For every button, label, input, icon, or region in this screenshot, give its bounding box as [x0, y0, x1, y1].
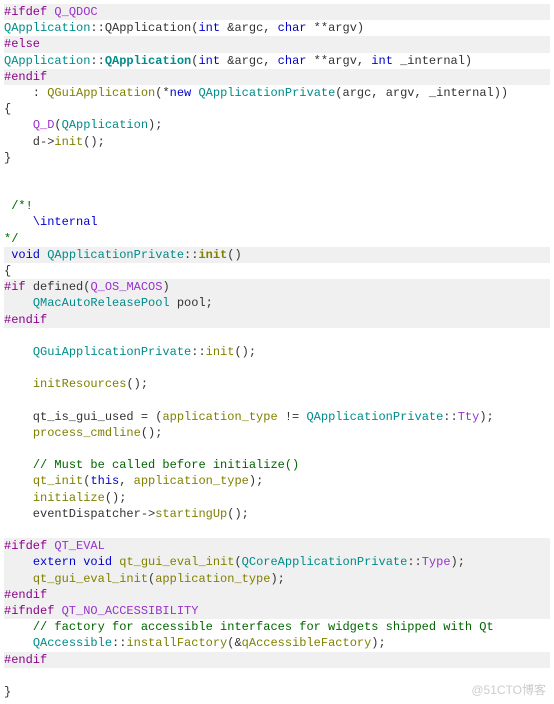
code-line: initialize(); [4, 490, 550, 506]
code-line: void QApplicationPrivate::init() [4, 247, 550, 263]
code-line: // factory for accessible interfaces for… [4, 619, 550, 635]
code-line: #endif [4, 587, 550, 603]
code-line: \internal [4, 214, 550, 230]
code-line [4, 668, 550, 684]
code-line: qt_init(this, application_type); [4, 473, 550, 489]
code-line [4, 360, 550, 376]
code-line: */ [4, 231, 550, 247]
code-line: /*! [4, 198, 550, 214]
code-line: QMacAutoReleasePool pool; [4, 295, 550, 311]
code-line [4, 441, 550, 457]
code-line: } [4, 150, 550, 166]
code-line: QAccessible::installFactory(&qAccessible… [4, 635, 550, 651]
code-line [4, 166, 550, 182]
code-line: #endif [4, 69, 550, 85]
code-line: #ifdef Q_QDOC [4, 4, 550, 20]
code-line: QApplication::QApplication(int &argc, ch… [4, 20, 550, 36]
code-line [4, 328, 550, 344]
code-line: d->init(); [4, 134, 550, 150]
code-line: { [4, 101, 550, 117]
code-line: } [4, 684, 550, 700]
code-line: qt_is_gui_used = (application_type != QA… [4, 409, 550, 425]
code-line: { [4, 263, 550, 279]
code-line: #endif [4, 312, 550, 328]
code-block: #ifdef Q_QDOCQApplication::QApplication(… [4, 4, 550, 700]
code-line: Q_D(QApplication); [4, 117, 550, 133]
code-line [4, 393, 550, 409]
code-line: #ifndef QT_NO_ACCESSIBILITY [4, 603, 550, 619]
code-line: QGuiApplicationPrivate::init(); [4, 344, 550, 360]
code-line [4, 182, 550, 198]
code-line: QApplication::QApplication(int &argc, ch… [4, 53, 550, 69]
code-line: eventDispatcher->startingUp(); [4, 506, 550, 522]
code-line: #endif [4, 652, 550, 668]
code-line [4, 522, 550, 538]
code-line: : QGuiApplication(*new QApplicationPriva… [4, 85, 550, 101]
code-line: process_cmdline(); [4, 425, 550, 441]
code-line: qt_gui_eval_init(application_type); [4, 571, 550, 587]
code-line: extern void qt_gui_eval_init(QCoreApplic… [4, 554, 550, 570]
code-line: #ifdef QT_EVAL [4, 538, 550, 554]
code-line: // Must be called before initialize() [4, 457, 550, 473]
code-line: #if defined(Q_OS_MACOS) [4, 279, 550, 295]
code-line: initResources(); [4, 376, 550, 392]
watermark: @51CTO博客 [471, 682, 546, 698]
code-line: #else [4, 36, 550, 52]
